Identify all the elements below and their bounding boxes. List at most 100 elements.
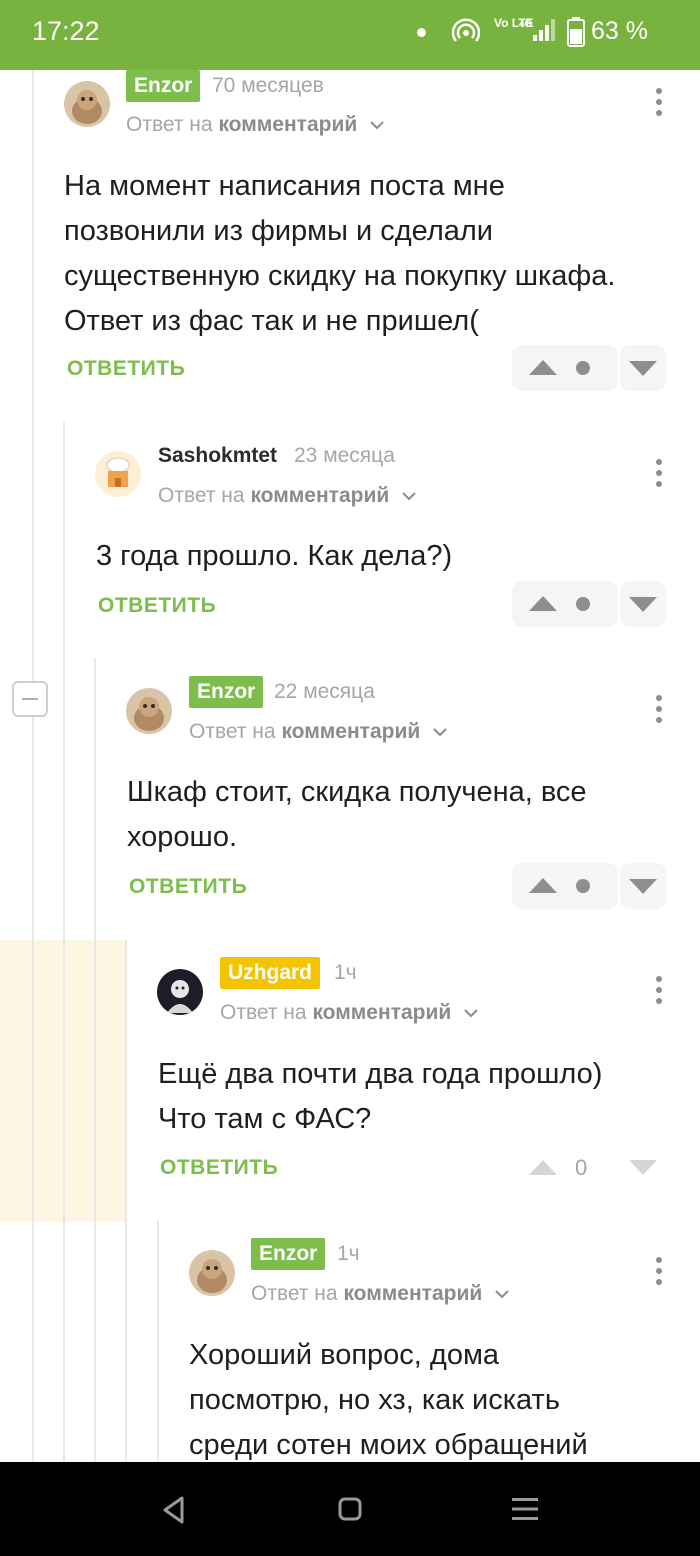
svg-text:4G: 4G <box>519 19 533 30</box>
upvote-icon[interactable] <box>529 360 557 375</box>
comment-line: Ещё два почти два года прошло) <box>158 1058 603 1090</box>
downvote-icon <box>629 361 657 376</box>
collapse-thread-button[interactable] <box>12 681 48 717</box>
rating-hidden-icon <box>576 597 590 611</box>
username[interactable]: Sashokmtet <box>158 440 277 472</box>
reply-to-link[interactable]: Ответ на комментарий <box>220 998 479 1028</box>
upvote-icon[interactable] <box>529 878 557 893</box>
chevron-down-icon <box>495 1290 509 1299</box>
comment-line: позвонили из фирмы и сделали <box>64 215 493 247</box>
vote-box <box>512 581 618 627</box>
back-icon[interactable] <box>160 1495 188 1525</box>
thread-line <box>157 1220 159 1462</box>
cat-avatar-icon <box>64 81 110 127</box>
upvote-icon[interactable] <box>529 596 557 611</box>
comment-line: Хороший вопрос, дома <box>189 1339 500 1371</box>
downvote-icon <box>629 597 657 612</box>
thread-line <box>32 70 34 1462</box>
thread-line <box>94 658 96 1462</box>
comment-body: На момент написания поста мне позвонили … <box>64 164 615 344</box>
comment-body: Ещё два почти два года прошло) Что там с… <box>158 1052 602 1142</box>
comment-line: хорошо. <box>127 821 238 853</box>
home-icon[interactable] <box>336 1495 364 1523</box>
avatar[interactable] <box>189 1250 235 1296</box>
status-time: 17:22 <box>32 16 100 46</box>
comment-line: Что там с ФАС? <box>158 1103 372 1135</box>
username-badge[interactable]: Enzor <box>126 70 201 102</box>
comment-time: 1ч <box>334 961 357 984</box>
username-badge[interactable]: Uzhgard <box>220 957 320 989</box>
portrait-avatar-icon <box>157 969 203 1015</box>
menu-icon[interactable] <box>510 1495 540 1523</box>
cat-avatar-icon <box>126 688 172 734</box>
avatar[interactable] <box>157 969 203 1015</box>
avatar[interactable] <box>95 451 141 497</box>
reply-to-link[interactable]: Ответ на комментарий <box>251 1279 510 1309</box>
chevron-down-icon <box>464 1009 478 1018</box>
more-options-icon[interactable] <box>655 88 663 118</box>
vote-box <box>512 345 618 391</box>
reply-target: комментарий <box>343 1282 483 1305</box>
status-bar: 17:22 Vo LTE 4G 63 % <box>0 0 700 70</box>
comment-body: Хороший вопрос, дома посмотрю, но хз, ка… <box>189 1333 588 1468</box>
username-badge[interactable]: Enzor <box>189 676 264 708</box>
comment-line: На момент написания поста мне <box>64 170 505 202</box>
comment-line: посмотрю, но хз, как искать <box>189 1384 560 1416</box>
chevron-down-icon <box>433 728 447 737</box>
reply-to-link[interactable]: Ответ на комментарий <box>189 717 448 747</box>
reply-prefix: Ответ на <box>158 484 245 507</box>
comment-body: 3 года прошло. Как дела?) <box>96 534 452 579</box>
rating-hidden-icon <box>576 879 590 893</box>
chevron-down-icon <box>402 492 416 501</box>
reply-prefix: Ответ на <box>126 113 213 136</box>
comment-time: 70 месяцев <box>212 74 324 97</box>
downvote-button[interactable] <box>620 345 666 391</box>
system-nav-bar <box>0 1462 700 1556</box>
reply-prefix: Ответ на <box>189 720 276 743</box>
battery-percent: 63 % <box>591 17 648 45</box>
upvote-icon[interactable] <box>529 1160 557 1175</box>
reply-target: комментарий <box>281 720 421 743</box>
more-options-icon[interactable] <box>655 1257 663 1287</box>
more-options-icon[interactable] <box>655 976 663 1006</box>
username-badge[interactable]: Enzor <box>251 1238 326 1270</box>
reply-target: комментарий <box>312 1001 452 1024</box>
reply-prefix: Ответ на <box>251 1282 338 1305</box>
more-options-icon[interactable] <box>655 695 663 725</box>
chef-house-avatar-icon <box>95 451 141 497</box>
comment-line: существенную скидку на покупку шкафа. <box>64 260 616 292</box>
downvote-icon[interactable] <box>629 1160 657 1175</box>
chevron-down-icon <box>370 121 384 130</box>
reply-target: комментарий <box>218 113 358 136</box>
downvote-icon <box>629 879 657 894</box>
reply-button[interactable]: ОТВЕТИТЬ <box>160 1153 278 1183</box>
reply-button[interactable]: ОТВЕТИТЬ <box>129 872 247 902</box>
thread-line <box>125 940 127 1462</box>
reply-to-link[interactable]: Ответ на комментарий <box>158 481 417 511</box>
reply-prefix: Ответ на <box>220 1001 307 1024</box>
comment-time: 22 месяца <box>274 680 375 703</box>
downvote-button[interactable] <box>620 863 666 909</box>
comment-line: Шкаф стоит, скидка получена, все <box>127 776 587 808</box>
downvote-button[interactable] <box>620 581 666 627</box>
hotspot-icon <box>452 18 480 42</box>
vote-box <box>512 863 618 909</box>
signal-icon: 4G <box>519 19 555 41</box>
avatar[interactable] <box>126 688 172 734</box>
reply-target: комментарий <box>250 484 390 507</box>
comment-body: Шкаф стоит, скидка получена, все хорошо. <box>127 770 587 860</box>
cat-avatar-icon <box>189 1250 235 1296</box>
reply-button[interactable]: ОТВЕТИТЬ <box>98 591 216 621</box>
thread-line <box>63 422 65 1462</box>
comment-time: 23 месяца <box>294 444 395 467</box>
comment-time: 1ч <box>337 1242 360 1265</box>
rating-hidden-icon <box>576 361 590 375</box>
avatar[interactable] <box>64 81 110 127</box>
comment-score: 0 <box>575 1155 588 1180</box>
more-options-icon[interactable] <box>655 459 663 489</box>
reply-button[interactable]: ОТВЕТИТЬ <box>67 354 185 384</box>
battery-icon <box>567 17 585 47</box>
comment-line: Ответ из фас так и не пришел( <box>64 305 479 337</box>
comment-line: 3 года прошло. Как дела?) <box>96 540 453 572</box>
reply-to-link[interactable]: Ответ на комментарий <box>126 110 385 140</box>
